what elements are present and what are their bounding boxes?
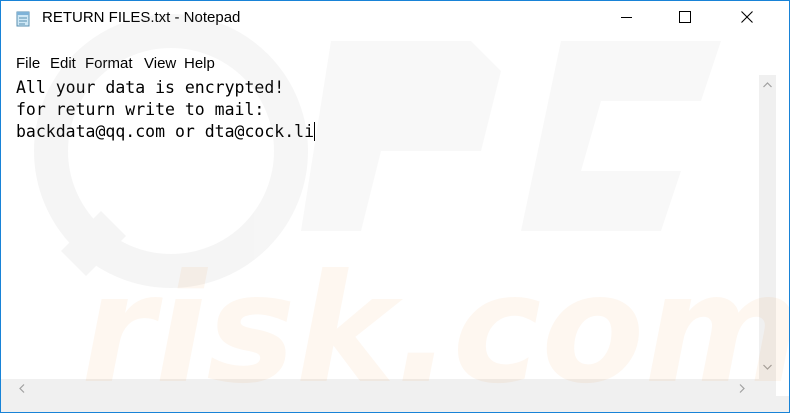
close-button[interactable] (723, 1, 769, 32)
scroll-right-arrow[interactable] (735, 379, 752, 396)
notepad-icon (15, 11, 31, 27)
editor-line: for return write to mail: (16, 100, 265, 119)
horizontal-scrollbar[interactable] (1, 379, 759, 396)
scroll-down-arrow[interactable] (759, 359, 776, 376)
chevron-right-icon (739, 384, 745, 393)
title-bar[interactable]: RETURN FILES.txt - Notepad (1, 1, 789, 34)
scrollbar-corner (759, 379, 776, 396)
window-bottom-edge (1, 396, 789, 412)
chevron-left-icon (19, 384, 25, 393)
maximize-icon (679, 11, 691, 23)
menu-help[interactable]: Help (184, 55, 215, 72)
window-right-edge (776, 34, 789, 396)
menu-format[interactable]: Format (85, 55, 133, 72)
scroll-left-arrow[interactable] (15, 379, 32, 396)
editor-line: backdata@qq.com or dta@cock.li (16, 122, 315, 141)
maximize-button[interactable] (661, 1, 707, 32)
window-title: RETURN FILES.txt - Notepad (42, 9, 241, 26)
chevron-up-icon (763, 82, 772, 88)
scroll-up-arrow[interactable] (759, 77, 776, 94)
close-icon (741, 11, 753, 23)
minimize-icon (621, 17, 632, 18)
editor-line-with-caret: backdata@qq.com or dta@cock.li (16, 122, 316, 141)
minimize-button[interactable] (603, 1, 649, 32)
text-editor-area[interactable]: All your data is encrypted! for return w… (1, 75, 759, 379)
menu-edit[interactable]: Edit (50, 55, 76, 72)
chevron-down-icon (763, 364, 772, 370)
vertical-scrollbar[interactable] (759, 75, 776, 379)
text-caret (314, 122, 316, 141)
menu-bar: File Edit Format View Help (1, 52, 789, 74)
notepad-window: RETURN FILES.txt - Notepad File Edit For… (0, 0, 790, 413)
menu-view[interactable]: View (144, 55, 176, 72)
editor-line: All your data is encrypted! (16, 78, 285, 97)
menu-file[interactable]: File (16, 55, 40, 72)
